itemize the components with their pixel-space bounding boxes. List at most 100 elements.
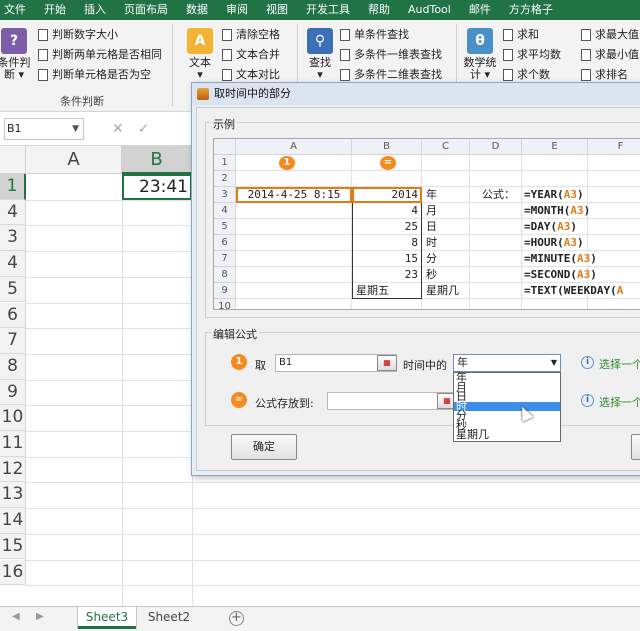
- row-header[interactable]: 3: [0, 225, 26, 252]
- row-header[interactable]: 5: [0, 276, 26, 303]
- row-header[interactable]: 8: [0, 353, 26, 380]
- formula-prefix: =MONTH(: [524, 204, 571, 217]
- example-legend: 示例: [211, 116, 237, 132]
- example-row-header: 1: [214, 155, 236, 171]
- sheet-tab-sheet2[interactable]: Sheet2: [140, 607, 198, 629]
- name-box-value: B1: [7, 122, 22, 135]
- tab-page-layout[interactable]: 页面布局: [115, 0, 177, 20]
- row-header[interactable]: 16: [0, 559, 26, 586]
- doc-icon: [581, 29, 591, 41]
- cancel-button[interactable]: [631, 434, 640, 460]
- row-header[interactable]: 1: [0, 174, 26, 200]
- doc-icon: [222, 49, 232, 61]
- multi-condition-1d-find-button[interactable]: 多条件一维表查找: [340, 46, 442, 64]
- merge-text-button[interactable]: 文本合并: [222, 46, 280, 64]
- hint-select-2: 选择一个: [599, 396, 640, 409]
- question-icon: ?: [1, 28, 27, 54]
- example-value-cell: 8: [411, 236, 418, 249]
- grid-line: [26, 482, 640, 484]
- sheet-tab-sheet3[interactable]: Sheet3: [78, 607, 136, 629]
- example-row-header: 10: [214, 299, 236, 309]
- add-sheet-icon[interactable]: +: [229, 611, 244, 626]
- condition-judge-button[interactable]: ? 条件判 断 ▾: [0, 28, 34, 81]
- judge-number-size-button[interactable]: 判断数字大小: [38, 26, 118, 44]
- example-value-cell: 23: [404, 268, 418, 281]
- example-grid-line: [521, 155, 522, 309]
- column-header-b[interactable]: B: [122, 146, 192, 174]
- row-header[interactable]: 6: [0, 302, 26, 329]
- cell-b1[interactable]: 23:41: [122, 174, 192, 200]
- confirm-icon[interactable]: ✓: [138, 118, 150, 140]
- dropdown-option[interactable]: 时: [454, 401, 560, 411]
- tab-insert[interactable]: 插入: [75, 0, 115, 20]
- formula-suffix: ): [577, 188, 584, 201]
- row-header[interactable]: 9: [0, 379, 26, 406]
- take-label: 取: [255, 359, 266, 372]
- row-header[interactable]: 13: [0, 482, 26, 509]
- row-header[interactable]: 14: [0, 508, 26, 534]
- tab-developer[interactable]: 开发工具: [297, 0, 359, 20]
- single-condition-find-button[interactable]: 单条件查找: [340, 26, 409, 44]
- doc-icon: [222, 29, 232, 41]
- grid-line: [26, 559, 640, 561]
- next-sheet-icon[interactable]: ▶: [36, 611, 44, 622]
- judge-cell-empty-button[interactable]: 判断单元格是否为空: [38, 66, 151, 84]
- chevron-down-icon[interactable]: ▼: [551, 355, 557, 371]
- dialog-title-bar[interactable]: 取时间中的部分: [192, 83, 640, 105]
- range-select-icon[interactable]: ▦: [377, 355, 397, 371]
- grid-line: [26, 533, 640, 535]
- dropdown-option[interactable]: 分: [454, 410, 560, 420]
- min-label: 求最小值: [595, 48, 639, 61]
- find-button[interactable]: ⚲ 查找 ▾: [300, 28, 340, 81]
- select-all-corner[interactable]: [0, 146, 26, 174]
- row-header[interactable]: 15: [0, 533, 26, 560]
- min-button[interactable]: 求最小值: [581, 46, 639, 64]
- tab-mail[interactable]: 邮件: [460, 0, 500, 20]
- row-header[interactable]: 4: [0, 251, 26, 277]
- example-unit-cell: 分: [426, 252, 437, 265]
- dropdown-option[interactable]: 日: [454, 391, 560, 401]
- row-header[interactable]: 12: [0, 456, 26, 483]
- prev-sheet-icon[interactable]: ◀: [12, 611, 20, 622]
- dropdown-option[interactable]: 星期几: [454, 429, 560, 439]
- name-box[interactable]: B1 ▼: [4, 118, 84, 140]
- example-datetime-cell: 2014-4-25 8:15: [236, 187, 352, 203]
- tab-audtool[interactable]: AudTool: [399, 0, 460, 20]
- tab-file[interactable]: 文件: [0, 0, 35, 20]
- math-stats-button[interactable]: θ 数学统 计 ▾: [460, 28, 500, 81]
- cancel-icon[interactable]: ✕: [112, 118, 124, 140]
- ok-button[interactable]: 确定: [231, 434, 297, 460]
- dropdown-option[interactable]: 月: [454, 382, 560, 392]
- row-header[interactable]: 11: [0, 431, 26, 457]
- example-value-cell: 4: [411, 204, 418, 217]
- row-header[interactable]: 10: [0, 405, 26, 431]
- formula-prefix: =MINUTE(: [524, 252, 577, 265]
- time-part-select[interactable]: 年 ▼: [453, 354, 561, 372]
- dropdown-option[interactable]: 年: [454, 372, 560, 382]
- tab-fangfanggezi[interactable]: 方方格子: [500, 0, 562, 20]
- judge-cells-same-button[interactable]: 判断两单元格是否相同: [38, 46, 162, 64]
- text-button[interactable]: A 文本 ▾: [180, 28, 220, 81]
- info-icon: i: [581, 394, 594, 407]
- max-button[interactable]: 求最大值: [581, 26, 639, 44]
- column-header-a[interactable]: A: [26, 146, 122, 174]
- example-formula-cell: =YEAR(A3): [524, 187, 640, 203]
- row-header[interactable]: 7: [0, 328, 26, 354]
- tab-review[interactable]: 审阅: [217, 0, 257, 20]
- average-button[interactable]: 求平均数: [503, 46, 561, 64]
- row-header[interactable]: 4: [0, 199, 26, 226]
- chevron-down-icon[interactable]: ▼: [72, 119, 79, 139]
- in-time-label: 时间中的: [403, 359, 447, 372]
- doc-icon: [340, 29, 350, 41]
- example-unit-cell: 日: [426, 220, 437, 233]
- tab-data[interactable]: 数据: [177, 0, 217, 20]
- sheet-tab-bar: ◀ ▶ Sheet3 Sheet2 +: [0, 606, 640, 631]
- tab-home[interactable]: 开始: [35, 0, 75, 20]
- tab-help[interactable]: 帮助: [359, 0, 399, 20]
- clear-spaces-button[interactable]: 清除空格: [222, 26, 280, 44]
- tab-view[interactable]: 视图: [257, 0, 297, 20]
- sum-button[interactable]: 求和: [503, 26, 539, 44]
- example-formula-cell: =MONTH(A3): [524, 203, 640, 219]
- doc-icon: [581, 69, 591, 81]
- time-part-dropdown[interactable]: 年月日时分秒星期几: [453, 372, 561, 442]
